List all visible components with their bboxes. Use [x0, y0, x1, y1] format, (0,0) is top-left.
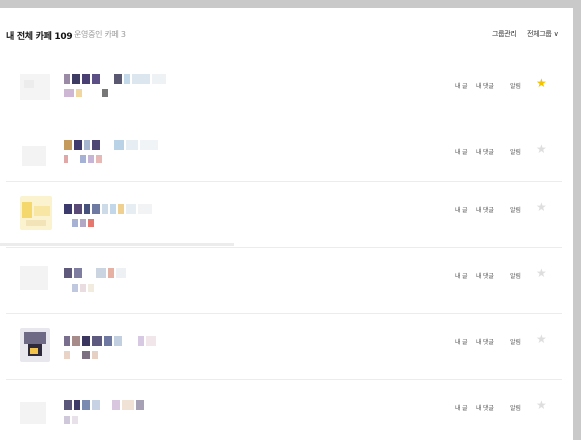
cafe-thumbnail [20, 196, 52, 230]
star-icon[interactable]: ★ [536, 76, 547, 90]
my-comments-link[interactable]: 내 댓글 [476, 271, 494, 280]
cafe-name[interactable] [64, 140, 158, 150]
cafe-name[interactable] [64, 74, 166, 84]
scroll-indicator [0, 243, 234, 246]
notification-link[interactable]: 알림 [510, 271, 521, 280]
cafe-meta [64, 155, 102, 163]
cafe-thumbnail [20, 70, 50, 104]
cafe-thumbnail [20, 328, 50, 362]
notification-link[interactable]: 알림 [510, 81, 521, 90]
cafe-row[interactable]: 내 글 내 댓글 알림 ★ [6, 124, 562, 188]
cafe-row[interactable]: 내 글 내 댓글 알림 ★ [6, 379, 562, 440]
page-title: 내 전체 카페 109 [6, 32, 73, 42]
cafe-name[interactable] [64, 336, 156, 346]
my-posts-link[interactable]: 내 글 [455, 271, 468, 280]
cafe-row[interactable]: 내 글 내 댓글 알림 ★ [6, 181, 562, 246]
my-posts-link[interactable]: 내 글 [455, 337, 468, 346]
group-settings-button[interactable]: 그룹관리 [492, 29, 517, 39]
my-posts-link[interactable]: 내 글 [455, 205, 468, 214]
my-comments-link[interactable]: 내 댓글 [476, 147, 494, 156]
notification-link[interactable]: 알림 [510, 205, 521, 214]
cafe-thumbnail [20, 392, 50, 426]
star-icon[interactable]: ★ [536, 398, 547, 412]
cafe-row[interactable]: 내 글 내 댓글 알림 ★ [6, 247, 562, 312]
notification-link[interactable]: 알림 [510, 403, 521, 412]
cafe-name[interactable] [64, 400, 144, 410]
my-comments-link[interactable]: 내 댓글 [476, 403, 494, 412]
star-icon[interactable]: ★ [536, 142, 547, 156]
group-filter-label: 전체그룹 [527, 30, 552, 38]
cafe-meta [64, 219, 94, 227]
chevron-down-icon: ∨ [553, 30, 559, 38]
star-icon[interactable]: ★ [536, 266, 547, 280]
star-icon[interactable]: ★ [536, 332, 547, 346]
cafe-name[interactable] [64, 268, 126, 278]
cafe-name[interactable] [64, 204, 152, 214]
cafe-meta [64, 89, 108, 97]
notification-link[interactable]: 알림 [510, 337, 521, 346]
cafe-thumbnail [20, 260, 50, 294]
group-filter-dropdown[interactable]: 전체그룹 ∨ [527, 29, 559, 39]
my-cafe-panel: 내 전체 카페 109 운영중인 카페 3 그룹관리 전체그룹 ∨ 내 글 내 … [0, 8, 573, 440]
my-posts-link[interactable]: 내 글 [455, 81, 468, 90]
notification-link[interactable]: 알림 [510, 147, 521, 156]
managed-cafes-link[interactable]: 운영중인 카페 3 [74, 29, 126, 40]
my-comments-link[interactable]: 내 댓글 [476, 205, 494, 214]
cafe-thumbnail [20, 136, 50, 170]
cafe-meta [64, 351, 98, 359]
my-comments-link[interactable]: 내 댓글 [476, 337, 494, 346]
my-comments-link[interactable]: 내 댓글 [476, 81, 494, 90]
cafe-row[interactable]: 내 글 내 댓글 알림 ★ [6, 58, 562, 122]
cafe-meta [64, 416, 78, 424]
cafe-list-header: 내 전체 카페 109 운영중인 카페 3 그룹관리 전체그룹 ∨ [0, 8, 573, 58]
star-icon[interactable]: ★ [536, 200, 547, 214]
cafe-meta [64, 284, 94, 292]
my-posts-link[interactable]: 내 글 [455, 403, 468, 412]
cafe-row[interactable]: 내 글 내 댓글 알림 ★ [6, 313, 562, 378]
my-posts-link[interactable]: 내 글 [455, 147, 468, 156]
